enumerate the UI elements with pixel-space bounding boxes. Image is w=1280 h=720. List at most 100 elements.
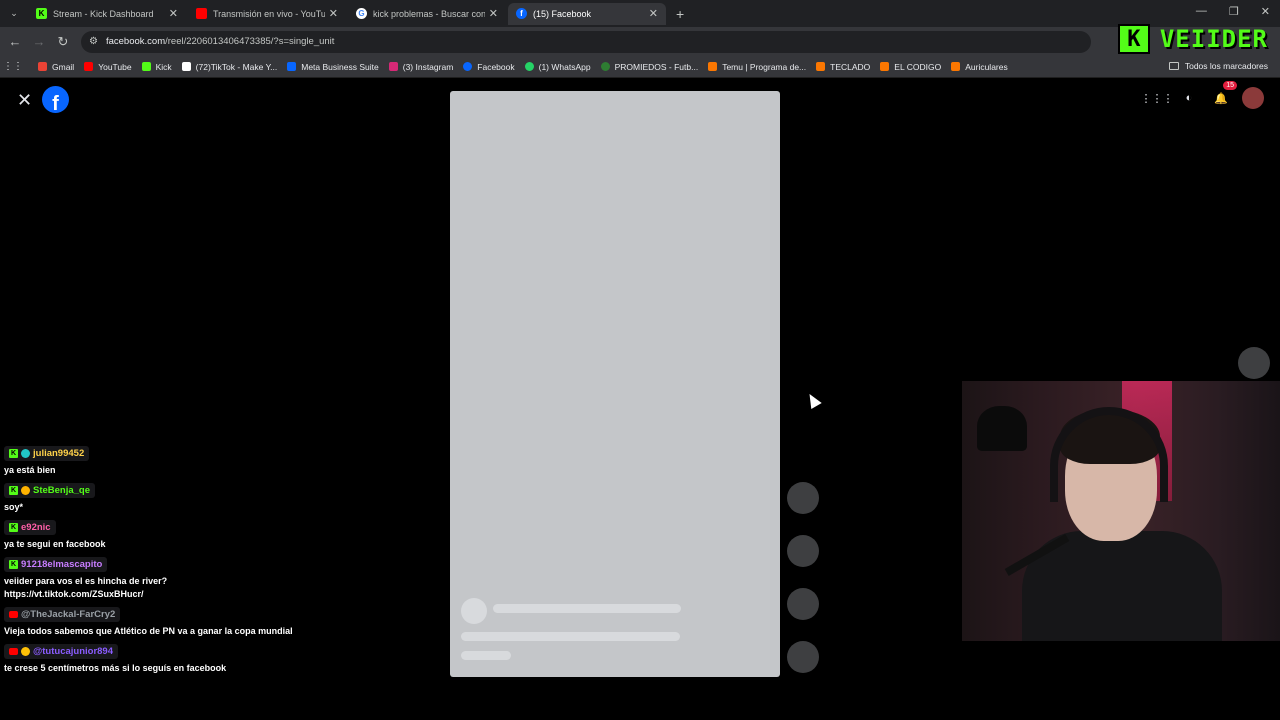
chat-text: ya te segui en facebook: [4, 539, 106, 549]
chat-text: Vieja todos sabemos que Atlético de PN v…: [4, 626, 293, 636]
new-tab-button[interactable]: +: [676, 6, 684, 22]
tab-kick-dashboard[interactable]: K Stream - Kick Dashboard ✕: [28, 3, 186, 25]
chat-username: Kjulian99452: [4, 446, 90, 461]
tab-facebook[interactable]: f (15) Facebook ✕: [508, 2, 666, 25]
menu-grid-icon[interactable]: ⋮⋮⋮: [1141, 87, 1174, 109]
bookmark-label: PROMIEDOS - Futb...: [614, 61, 699, 72]
close-window-icon[interactable]: ✕: [1261, 5, 1270, 18]
bookmark-auriculares[interactable]: Auriculares: [951, 62, 1008, 72]
apps-grid-icon[interactable]: ⋮⋮: [0, 61, 26, 72]
tab-google-search[interactable]: G kick problemas - Buscar con Go ✕: [348, 3, 506, 25]
bookmark-promiedos[interactable]: PROMIEDOS - Futb...: [600, 61, 699, 72]
reel-action-button[interactable]: [787, 482, 819, 514]
badge-icon: [21, 449, 30, 458]
username-text: SteBenja_qe: [33, 485, 91, 496]
tab-search-button[interactable]: ⌄: [2, 3, 26, 25]
meta-icon: [287, 62, 297, 71]
chat-text: soy*: [4, 502, 24, 512]
tab-youtube[interactable]: Transmisión en vivo - YouTube ✕: [188, 3, 346, 25]
bookmark-label: Auriculares: [965, 61, 1008, 72]
chat-username: K SteBenja_qe: [4, 483, 96, 498]
folder-icon: [1168, 62, 1179, 70]
bookmark-label: Facebook: [477, 61, 515, 72]
bookmark-youtube[interactable]: YouTube: [84, 61, 132, 72]
kick-icon: [141, 62, 151, 71]
kick-icon: K: [9, 523, 18, 532]
chat-message: @TheJackal-FarCry2 Vieja todos sabemos q…: [4, 607, 304, 638]
username-text: @TheJackal-FarCry2: [21, 609, 116, 620]
gmail-icon: [38, 62, 47, 71]
previous-reel-button[interactable]: [1238, 347, 1270, 379]
bookmark-el-codigo[interactable]: EL CODIGO: [880, 62, 941, 72]
bookmark-facebook[interactable]: Facebook: [463, 61, 515, 72]
browser-toolbar: ← → ↻ ⚙ facebook.com/reel/22060134064733…: [0, 27, 1280, 56]
reel-action-button[interactable]: [787, 535, 819, 567]
bookmarks-bar: ⋮⋮ Gmail YouTube Kick (72)TikTok - Make …: [0, 56, 1280, 78]
skeleton-avatar: [461, 598, 487, 624]
youtube-icon: [9, 648, 18, 655]
url-host: facebook.com: [105, 36, 166, 47]
all-bookmarks-button[interactable]: Todos los marcadores: [1168, 61, 1268, 71]
bookmark-kick[interactable]: Kick: [141, 61, 172, 72]
background-lamp: [977, 406, 1027, 451]
kick-icon: K: [36, 8, 47, 19]
bookmark-label: Meta Business Suite: [301, 61, 379, 72]
mouse-cursor-icon: [804, 390, 822, 410]
close-icon[interactable]: ✕: [17, 90, 32, 111]
bookmark-whatsapp[interactable]: (1) WhatsApp: [524, 61, 591, 72]
bookmark-teclado[interactable]: TECLADO: [816, 62, 870, 72]
site-info-icon[interactable]: ⚙: [89, 36, 98, 47]
back-arrow-icon[interactable]: ←: [3, 34, 27, 49]
chat-message: K 91218elmascapito veiider para vos el es…: [4, 557, 304, 601]
restore-icon[interactable]: ❐: [1229, 5, 1239, 18]
forward-arrow-icon[interactable]: →: [27, 34, 51, 49]
reload-icon[interactable]: ↻: [51, 34, 75, 50]
chat-message: K SteBenja_qe soy*: [4, 483, 304, 514]
username-text: 91218elmascapito: [21, 559, 103, 570]
chat-username: K 91218elmascapito: [4, 557, 108, 572]
profile-avatar[interactable]: [1242, 87, 1264, 109]
tiktok-icon: [181, 62, 191, 71]
chat-message: Ke92nic ya te segui en facebook: [4, 520, 304, 551]
bookmark-label: Kick: [155, 61, 172, 72]
username-text: e92nic: [21, 522, 51, 533]
tab-strip: ⌄ K Stream - Kick Dashboard ✕ Transmisió…: [0, 0, 1280, 27]
close-tab-icon[interactable]: ✕: [329, 7, 338, 20]
reel-video-placeholder[interactable]: [450, 91, 780, 677]
bookmark-instagram[interactable]: (3) Instagram: [388, 62, 453, 72]
skeleton-line: [461, 651, 511, 660]
close-tab-icon[interactable]: ✕: [169, 7, 178, 20]
window-controls: — ❐ ✕: [1196, 5, 1270, 18]
kick-icon: K: [9, 449, 18, 458]
bookmark-gmail[interactable]: Gmail: [38, 62, 74, 72]
stream-chat-overlay: Kjulian99452 ya está bien K SteBenja_qe s…: [4, 446, 304, 681]
all-bookmarks-label: Todos los marcadores: [1184, 61, 1268, 71]
facebook-logo-letter: f: [52, 93, 59, 113]
chat-username: Ke92nic: [4, 520, 56, 535]
bookmark-meta-business[interactable]: Meta Business Suite: [287, 61, 379, 72]
temu-icon: [880, 62, 890, 71]
reel-action-button[interactable]: [787, 641, 819, 673]
bookmark-temu[interactable]: Temu | Programa de...: [708, 62, 806, 72]
close-tab-icon[interactable]: ✕: [489, 7, 498, 20]
chat-message: Kjulian99452 ya está bien: [4, 446, 304, 477]
messenger-icon[interactable]: ◐: [1178, 87, 1200, 109]
notifications-bell-icon[interactable]: 🔔 15: [1210, 81, 1237, 109]
bookmark-label: TECLADO: [830, 61, 871, 72]
close-tab-icon[interactable]: ✕: [649, 7, 658, 20]
minimize-icon[interactable]: —: [1196, 5, 1207, 18]
bookmark-label: Gmail: [52, 61, 75, 72]
chat-message: @tutucajunior894 te crese 5 centímetros …: [4, 644, 304, 675]
bookmark-label: (1) WhatsApp: [538, 61, 591, 72]
tab-title: Transmisión en vivo - YouTube: [213, 8, 325, 19]
bookmark-tiktok[interactable]: (72)TikTok - Make Y...: [181, 61, 278, 72]
notification-badge: 15: [1223, 81, 1237, 90]
facebook-logo[interactable]: f: [42, 86, 69, 113]
chat-text: ya está bien: [4, 465, 56, 475]
reel-action-button[interactable]: [787, 588, 819, 620]
bookmark-label: YouTube: [98, 61, 132, 72]
skeleton-line: [461, 632, 680, 641]
username-text: julian99452: [33, 448, 85, 459]
bookmark-label: (72)TikTok - Make Y...: [195, 61, 278, 72]
address-bar[interactable]: ⚙ facebook.com/reel/2206013406473385/?s=…: [81, 30, 1091, 53]
